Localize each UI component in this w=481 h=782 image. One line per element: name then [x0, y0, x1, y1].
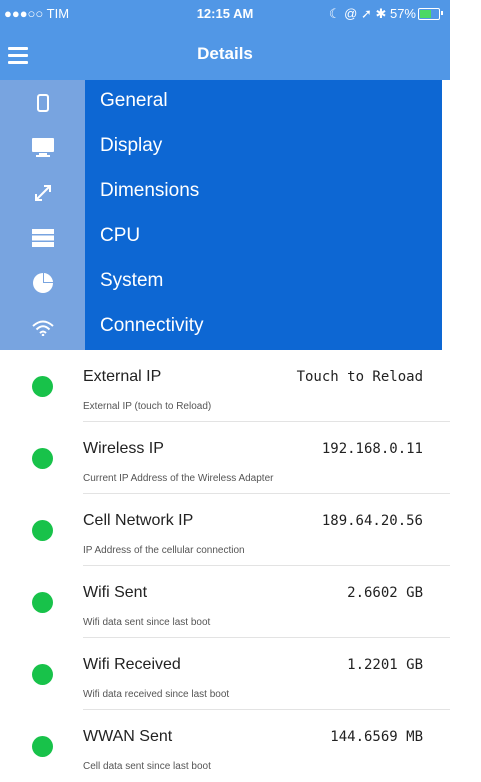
item-name: External IP: [83, 368, 162, 385]
item-value: 144.6569 MB: [330, 729, 423, 745]
menu-item-label: Connectivity: [100, 315, 204, 336]
menu-item-label: Display: [100, 135, 163, 156]
menu-item-label: System: [100, 270, 164, 291]
item-description: Wifi data received since last boot: [83, 689, 230, 700]
status-indicators: ☾ @ ➚ ✱ 57%: [328, 6, 416, 21]
list-item-wireless-ip[interactable]: Wireless IP 192.168.0.11 Current IP Addr…: [0, 422, 450, 494]
item-name: Wifi Received: [83, 656, 181, 673]
battery-icon: [418, 8, 440, 20]
list-item-cell-network-ip[interactable]: Cell Network IP 189.64.20.56 IP Address …: [0, 494, 450, 566]
menu-item-system[interactable]: System: [0, 260, 442, 305]
item-name: Wireless IP: [83, 440, 164, 457]
list-item-wifi-received[interactable]: Wifi Received 1.2201 GB Wifi data receiv…: [0, 638, 450, 710]
menu-item-general[interactable]: General: [0, 80, 442, 125]
status-dot: [32, 376, 53, 397]
menu-item-label: General: [100, 90, 168, 111]
item-description: Current IP Address of the Wireless Adapt…: [83, 473, 274, 484]
menu-item-dimensions[interactable]: Dimensions: [0, 170, 442, 215]
item-description: Wifi data sent since last boot: [83, 617, 211, 628]
status-dot: [32, 664, 53, 685]
battery-tip: [441, 11, 443, 15]
menu-item-display[interactable]: Display: [0, 125, 442, 170]
server-icon: [0, 215, 85, 260]
status-dot: [32, 520, 53, 541]
list-item-external-ip[interactable]: External IP Touch to Reload External IP …: [0, 350, 450, 422]
item-name: Cell Network IP: [83, 512, 194, 529]
menu-item-connectivity[interactable]: Connectivity: [0, 305, 442, 350]
wifi-icon: [0, 305, 85, 350]
status-bar: ●●●○○ TIM 12:15 AM ☾ @ ➚ ✱ 57%: [0, 0, 450, 28]
item-value: Touch to Reload: [296, 369, 423, 385]
item-description: External IP (touch to Reload): [83, 401, 212, 412]
status-dot: [32, 448, 53, 469]
menu-item-cpu[interactable]: CPU: [0, 215, 442, 260]
list-item-wwan-sent[interactable]: WWAN Sent 144.6569 MB Cell data sent sin…: [0, 710, 450, 782]
expand-icon: [0, 170, 85, 215]
item-description: IP Address of the cellular connection: [83, 545, 245, 556]
monitor-icon: [0, 125, 85, 170]
item-value: 2.6602 GB: [347, 585, 423, 601]
item-description: Cell data sent since last boot: [83, 761, 211, 772]
item-name: Wifi Sent: [83, 584, 148, 601]
list-item-wifi-sent[interactable]: Wifi Sent 2.6602 GB Wifi data sent since…: [0, 566, 450, 638]
status-dot: [32, 592, 53, 613]
item-name: WWAN Sent: [83, 728, 173, 745]
menu-item-label: CPU: [100, 225, 141, 246]
page-title: Details: [197, 44, 253, 63]
item-value: 189.64.20.56: [321, 513, 423, 529]
phone-icon: [0, 80, 85, 125]
nav-bar: Details: [0, 28, 450, 80]
pie-chart-icon: [0, 260, 85, 305]
item-value: 192.168.0.11: [321, 441, 423, 457]
item-value: 1.2201 GB: [347, 657, 423, 673]
status-dot: [32, 736, 53, 757]
menu-item-label: Dimensions: [100, 180, 200, 201]
